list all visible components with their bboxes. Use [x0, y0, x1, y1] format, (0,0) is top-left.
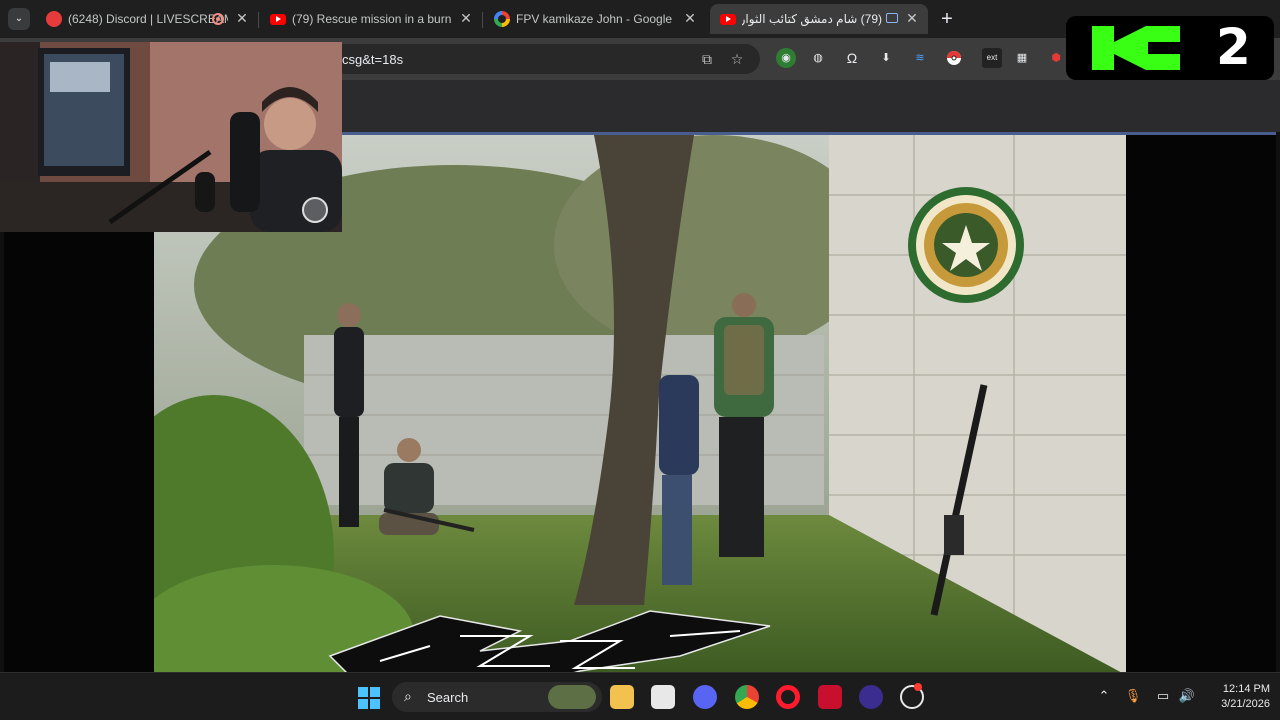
shield-extension-icon[interactable]: ⬢: [1046, 48, 1066, 68]
show-hidden-icons-chevron-icon[interactable]: ⌃: [1095, 687, 1113, 705]
tab-search-button[interactable]: ⌄: [8, 8, 30, 30]
volume-icon[interactable]: 🔊: [1178, 687, 1196, 705]
recording-icon: [212, 13, 224, 25]
omega-icon[interactable]: Ω: [842, 48, 862, 68]
download-icon[interactable]: ⬇: [876, 48, 896, 68]
globe-icon[interactable]: ◍: [808, 48, 828, 68]
taskbar-search[interactable]: ⌕ Search: [392, 682, 602, 712]
search-label: Search: [427, 690, 469, 705]
new-tab-button[interactable]: +: [937, 9, 957, 29]
tab-discord[interactable]: (6248) Discord | LIVESCREAM ✕: [36, 4, 258, 34]
address-bar[interactable]: csg&t=18s ⧉ ☆: [330, 44, 760, 74]
adobe-taskbar-icon[interactable]: [818, 685, 842, 709]
close-tab-icon[interactable]: ✕: [234, 10, 250, 26]
close-tab-icon[interactable]: ✕: [458, 10, 474, 26]
opera-taskbar-icon[interactable]: [776, 685, 800, 709]
start-button[interactable]: [358, 687, 380, 709]
tab-title: (79) Rescue mission in a burning: [292, 12, 452, 26]
tab-rescue-mission[interactable]: (79) Rescue mission in a burning ✕: [260, 4, 482, 34]
pokeball-icon[interactable]: [944, 48, 964, 68]
desktop-screen: ⌄ (6248) Discord | LIVESCREAM ✕ (79) Res…: [0, 0, 1280, 720]
microphone-icon[interactable]: 🎙: [1124, 687, 1142, 705]
clock-time: 12:14 PM: [1222, 683, 1270, 695]
close-tab-icon[interactable]: ✕: [904, 10, 920, 26]
audio-wave-icon[interactable]: ≋: [910, 48, 930, 68]
extension-green-icon[interactable]: ◉: [776, 48, 796, 68]
webcam-feed: [0, 42, 342, 232]
bookmark-star-icon[interactable]: ☆: [728, 50, 746, 68]
tab-google-search[interactable]: FPV kamikaze John - Google Se ✕: [484, 4, 706, 34]
picture-in-picture-icon: [886, 13, 898, 23]
discord-taskbar-icon[interactable]: [693, 685, 717, 709]
search-highlight-image: [548, 685, 596, 709]
tab-title: FPV kamikaze John - Google Se: [516, 12, 676, 26]
install-app-icon[interactable]: ⧉: [698, 50, 716, 68]
google-icon: [494, 11, 510, 27]
k2-logo-number: 2: [1216, 18, 1251, 76]
search-icon: ⌕: [404, 688, 412, 704]
qr-code-icon[interactable]: ▦: [1012, 48, 1032, 68]
file-explorer-icon[interactable]: [610, 685, 634, 709]
tab-title: (79) شام دمشق كتائب الثوار: [742, 12, 882, 26]
ext-icon[interactable]: ext: [982, 48, 1002, 68]
notification-badge: [914, 683, 922, 691]
windows-logo-icon: [358, 687, 380, 709]
webcam-overlay: [0, 42, 342, 232]
obs-taskbar-icon[interactable]: [859, 685, 883, 709]
k2-logo: 2: [1066, 16, 1274, 80]
tab-title: (6248) Discord | LIVESCREAM: [68, 12, 228, 26]
network-icon[interactable]: ▭: [1154, 687, 1172, 705]
windows-taskbar: ⌕ Search ⌃ 🎙 ▭ 🔊 12:14 PM 3/21/2026: [0, 672, 1280, 720]
clock-date: 3/21/2026: [1221, 698, 1270, 710]
address-text[interactable]: csg&t=18s: [342, 52, 403, 67]
snipping-tool-icon[interactable]: [651, 685, 675, 709]
tab-active-video[interactable]: (79) شام دمشق كتائب الثوار ✕: [710, 4, 928, 34]
close-tab-icon[interactable]: ✕: [682, 10, 698, 26]
discord-icon: [46, 11, 62, 27]
taskbar-clock[interactable]: 12:14 PM 3/21/2026: [1200, 682, 1270, 712]
youtube-icon: [720, 11, 736, 27]
faction-emblem: [908, 187, 1024, 303]
tab-separator: [258, 12, 259, 28]
tab-separator: [482, 12, 483, 28]
chrome-taskbar-icon[interactable]: [735, 685, 759, 709]
youtube-icon: [270, 11, 286, 27]
